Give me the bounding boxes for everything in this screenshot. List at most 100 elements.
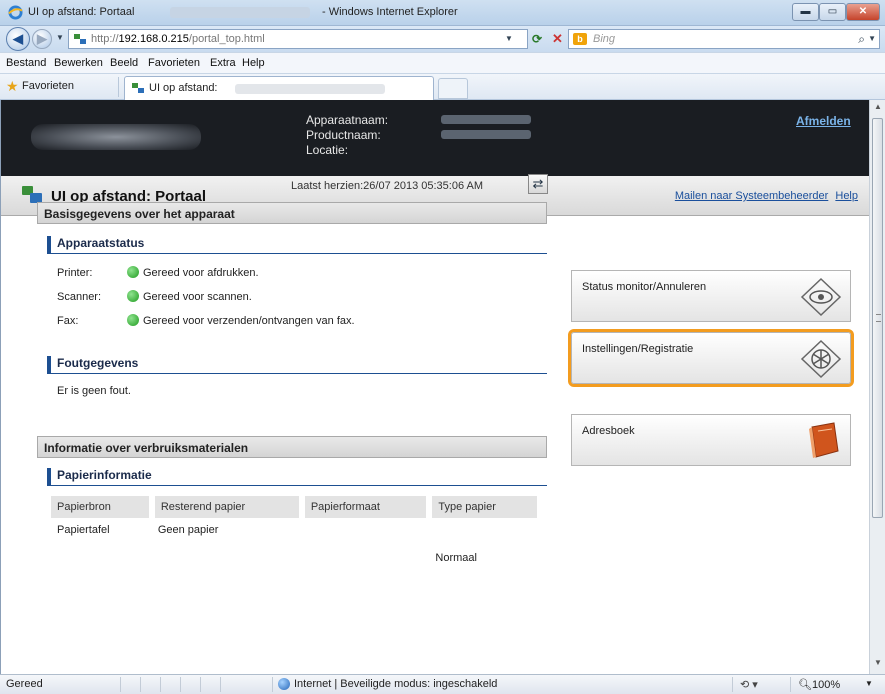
- product-name-label: Productnaam:: [306, 128, 381, 142]
- table-header-row: Papierbron Resterend papier Papierformaa…: [51, 496, 543, 518]
- scrollbar-thumb[interactable]: [872, 118, 883, 518]
- url-prefix: http://: [91, 33, 119, 45]
- table-cell: [429, 518, 540, 542]
- fax-status-row: Fax: Gereed voor verzenden/ontvangen van …: [57, 314, 355, 327]
- divider: [120, 677, 121, 692]
- scanner-status: Gereed voor scannen.: [143, 291, 252, 303]
- status-bar: Gereed Internet | Beveiligde modus: inge…: [0, 674, 885, 694]
- status-ok-icon: [127, 266, 139, 278]
- paper-info-heading: Papierinformatie: [47, 468, 547, 486]
- menu-bewerken[interactable]: Bewerken: [54, 57, 103, 69]
- table-row: Normaal: [51, 542, 540, 570]
- address-book-label: Adresboek: [582, 425, 635, 437]
- table-cell: [302, 542, 430, 570]
- internet-zone-icon: [278, 678, 290, 690]
- menu-favorieten[interactable]: Favorieten: [148, 57, 200, 69]
- redacted-tab-part: [235, 84, 385, 94]
- address-field[interactable]: http://192.168.0.215/portal_top.html ▼: [68, 29, 528, 49]
- error-text: Er is geen fout.: [57, 385, 131, 397]
- brand-logo: [31, 124, 201, 150]
- product-name-value: [441, 130, 531, 139]
- divider: [140, 677, 141, 692]
- printer-label: Printer:: [57, 267, 93, 279]
- device-header: Apparaatnaam: Productnaam: Locatie: Afme…: [1, 100, 869, 176]
- col-paper-size: Papierformaat: [301, 496, 433, 518]
- location-label: Locatie:: [306, 143, 349, 157]
- url-host: 192.168.0.215: [118, 33, 189, 45]
- favorites-star-icon[interactable]: ★: [6, 78, 19, 95]
- mail-admin-link[interactable]: Mailen naar Systeembeheerder: [675, 190, 828, 202]
- close-window-button[interactable]: ✕: [846, 3, 880, 21]
- status-ok-icon: [127, 314, 139, 326]
- col-remaining-paper: Resterend papier: [151, 496, 305, 518]
- last-updated-text: Laatst herzien:26/07 2013 05:35:06 AM: [291, 180, 484, 192]
- menu-beeld[interactable]: Beeld: [110, 57, 138, 69]
- paper-table: Papierbron Resterend papier Papierformaa…: [51, 496, 543, 570]
- zoom-dropdown-icon[interactable]: ▼: [865, 679, 873, 688]
- table-cell: Normaal: [435, 552, 477, 564]
- grip-icon: [876, 314, 881, 322]
- minimize-button[interactable]: ▬: [792, 3, 819, 21]
- scroll-up-icon[interactable]: ▲: [872, 102, 884, 114]
- settings-registration-tile[interactable]: Instellingen/Registratie: [571, 332, 851, 384]
- menu-help[interactable]: Help: [242, 57, 265, 69]
- divider: [220, 677, 221, 692]
- tab-title: UI op afstand:: [149, 82, 218, 94]
- vertical-scrollbar[interactable]: ▲ ▼: [869, 100, 885, 674]
- history-dropdown-icon[interactable]: ▼: [56, 33, 64, 42]
- divider: [272, 677, 273, 692]
- divider: [732, 677, 733, 692]
- address-book-tile[interactable]: Adresboek: [571, 414, 851, 466]
- status-text: Gereed: [6, 678, 43, 690]
- scanner-label: Scanner:: [57, 291, 102, 303]
- search-icon[interactable]: ⌕: [858, 32, 865, 47]
- settings-diamond-icon: [800, 339, 842, 379]
- logout-link[interactable]: Afmelden: [796, 114, 851, 128]
- device-name-label: Apparaatnaam:: [306, 113, 389, 127]
- maximize-button[interactable]: ▭: [819, 3, 846, 21]
- forward-button[interactable]: ▶: [32, 29, 52, 49]
- device-status-heading: Apparaatstatus: [47, 236, 547, 254]
- refresh-icon[interactable]: ⟳: [532, 32, 542, 46]
- favorites-button[interactable]: Favorieten: [22, 80, 74, 92]
- menu-bestand[interactable]: Bestand: [6, 57, 46, 69]
- address-book-icon: [809, 422, 839, 458]
- divider: [160, 677, 161, 692]
- divider: [790, 677, 791, 692]
- window-title: UI op afstand: Portaal: [28, 6, 135, 18]
- table-cell: [152, 542, 302, 570]
- security-zone-text[interactable]: Internet | Beveiligde modus: ingeschakel…: [294, 678, 497, 690]
- search-dropdown-icon[interactable]: ▼: [868, 34, 876, 43]
- site-favicon-icon: [74, 34, 86, 44]
- eye-diamond-icon: [800, 277, 842, 317]
- status-monitor-label: Status monitor/Annuleren: [582, 281, 707, 293]
- address-toolbar: ◀ ▶ ▼ http://192.168.0.215/portal_top.ht…: [0, 26, 885, 52]
- ie-logo-icon: [8, 5, 23, 20]
- stop-icon[interactable]: ✕: [552, 31, 563, 47]
- favorites-bar: ★ Favorieten UI op afstand:: [0, 74, 885, 100]
- device-name-value: [441, 115, 531, 124]
- refresh-status-button[interactable]: ⇄: [528, 174, 548, 194]
- back-button[interactable]: ◀: [6, 27, 30, 51]
- table-cell: Geen papier: [157, 524, 219, 536]
- new-tab-button[interactable]: [438, 78, 468, 99]
- search-input[interactable]: b Bing ⌕ ▼: [568, 29, 880, 49]
- col-paper-type: Type papier: [429, 496, 543, 518]
- error-info-heading: Foutgegevens: [47, 356, 547, 374]
- protected-mode-icon[interactable]: ⟲ ▾: [740, 678, 758, 691]
- printer-status-row: Printer: Gereed voor afdrukken.: [57, 266, 259, 279]
- address-dropdown-icon[interactable]: ▼: [505, 34, 513, 43]
- status-monitor-tile[interactable]: Status monitor/Annuleren: [571, 270, 851, 322]
- help-link[interactable]: Help: [835, 190, 858, 202]
- zoom-level[interactable]: 100%: [812, 679, 840, 691]
- menu-bar: Bestand Bewerken Beeld Favorieten Extra …: [0, 52, 885, 74]
- tab-favicon-icon: [132, 83, 144, 93]
- table-cell: [51, 542, 152, 570]
- divider: [200, 677, 201, 692]
- scroll-down-icon[interactable]: ▼: [872, 658, 884, 670]
- menu-extra[interactable]: Extra: [210, 57, 236, 69]
- consumables-section-header: Informatie over verbruiksmaterialen: [37, 436, 547, 458]
- printer-status: Gereed voor afdrukken.: [143, 267, 259, 279]
- divider: [118, 77, 119, 97]
- browser-tab[interactable]: UI op afstand:: [124, 76, 434, 100]
